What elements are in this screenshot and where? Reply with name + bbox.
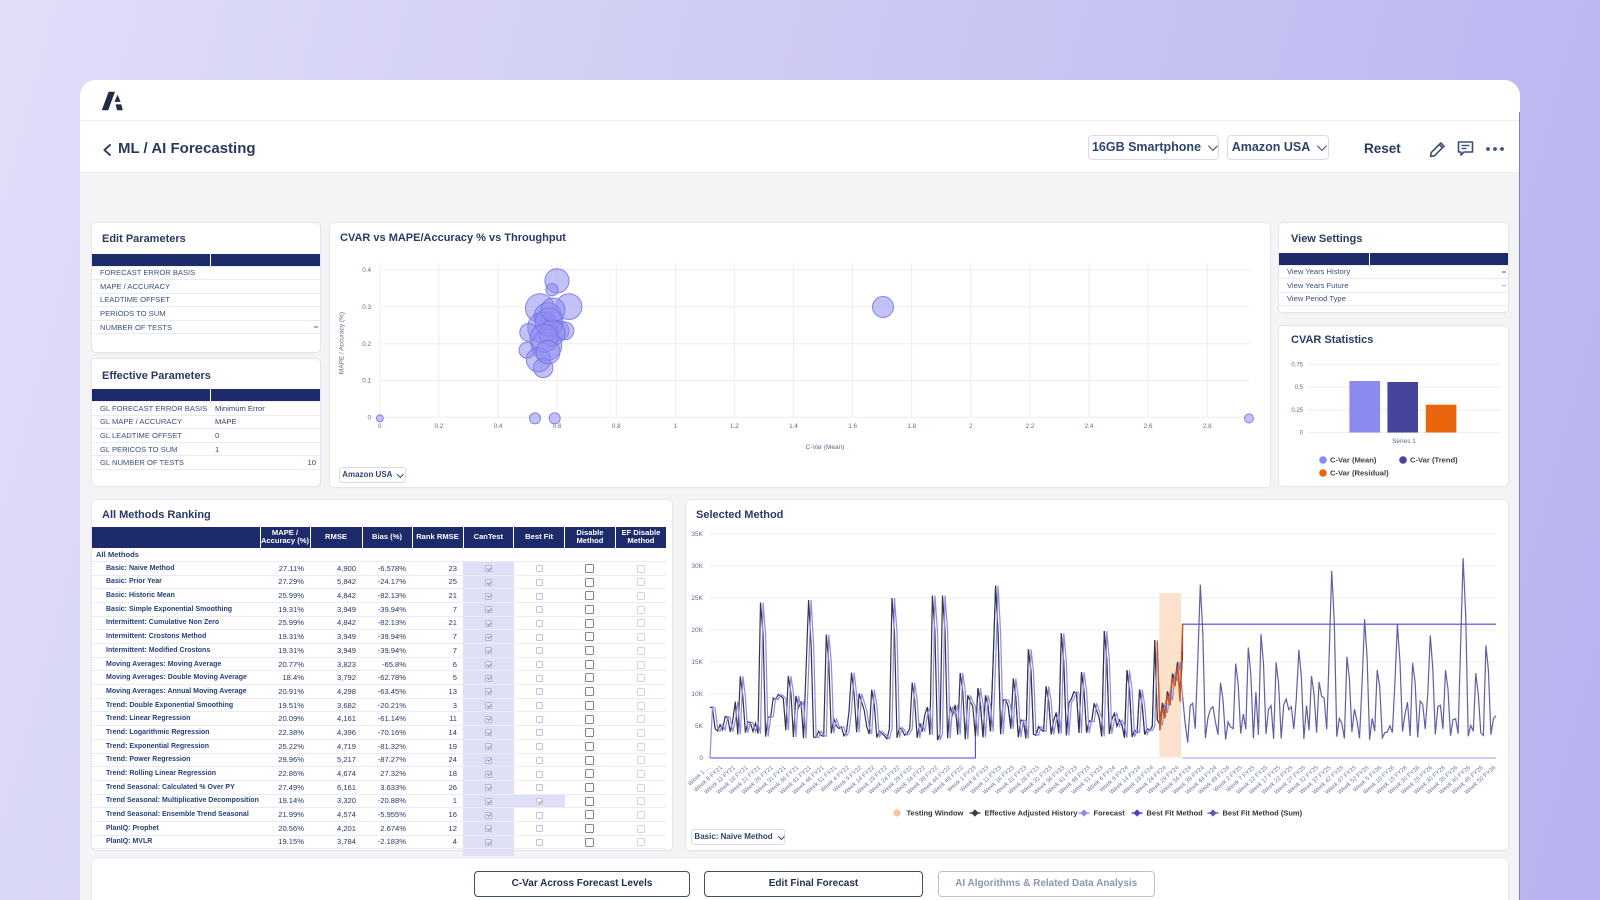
svg-text:1.2: 1.2: [730, 423, 739, 430]
svg-text:0.4: 0.4: [494, 423, 503, 430]
svg-text:0.5: 0.5: [1295, 385, 1304, 391]
svg-text:20K: 20K: [691, 627, 703, 634]
svg-text:2.8: 2.8: [1203, 423, 1212, 430]
svg-text:0.8: 0.8: [612, 423, 621, 430]
svg-text:0: 0: [699, 755, 703, 762]
svg-text:Forecast: Forecast: [1094, 809, 1126, 818]
svg-text:Best Fit Method (Sum): Best Fit Method (Sum): [1223, 809, 1303, 818]
svg-text:0.4: 0.4: [362, 267, 371, 274]
svg-text:0: 0: [378, 423, 382, 430]
svg-text:1: 1: [674, 423, 678, 430]
svg-text:C-Var (Residual): C-Var (Residual): [1330, 469, 1389, 478]
svg-text:2.6: 2.6: [1144, 423, 1153, 430]
svg-text:MAPE / Accuracy (%): MAPE / Accuracy (%): [339, 312, 346, 374]
svg-text:0.75: 0.75: [1291, 362, 1303, 368]
svg-text:35K: 35K: [691, 531, 703, 538]
svg-text:2.4: 2.4: [1085, 423, 1094, 430]
svg-text:30K: 30K: [691, 563, 703, 570]
svg-text:Series 1: Series 1: [1392, 438, 1416, 445]
svg-text:Effective Adjusted History: Effective Adjusted History: [985, 809, 1079, 818]
svg-text:15K: 15K: [691, 659, 703, 666]
svg-text:Testing Window: Testing Window: [907, 809, 964, 818]
svg-text:0: 0: [1300, 431, 1304, 437]
svg-text:1.4: 1.4: [789, 423, 798, 430]
svg-text:1.6: 1.6: [848, 423, 857, 430]
svg-text:0.25: 0.25: [1291, 408, 1303, 414]
svg-text:Best Fit Method: Best Fit Method: [1147, 809, 1204, 818]
svg-text:2.2: 2.2: [1026, 423, 1035, 430]
svg-text:2: 2: [969, 423, 973, 430]
svg-text:0.3: 0.3: [362, 304, 371, 311]
svg-text:C-Var (Trend): C-Var (Trend): [1410, 456, 1458, 465]
svg-text:C-Var (Mean): C-Var (Mean): [1330, 456, 1377, 465]
svg-text:0: 0: [367, 415, 371, 422]
svg-text:0.2: 0.2: [362, 341, 371, 348]
svg-text:C-Var (Mean): C-Var (Mean): [806, 444, 845, 451]
svg-text:5K: 5K: [695, 723, 704, 730]
svg-text:10K: 10K: [691, 691, 703, 698]
svg-text:25K: 25K: [691, 595, 703, 602]
svg-text:0.1: 0.1: [362, 378, 371, 385]
svg-text:0.2: 0.2: [435, 423, 444, 430]
svg-text:1.8: 1.8: [907, 423, 916, 430]
